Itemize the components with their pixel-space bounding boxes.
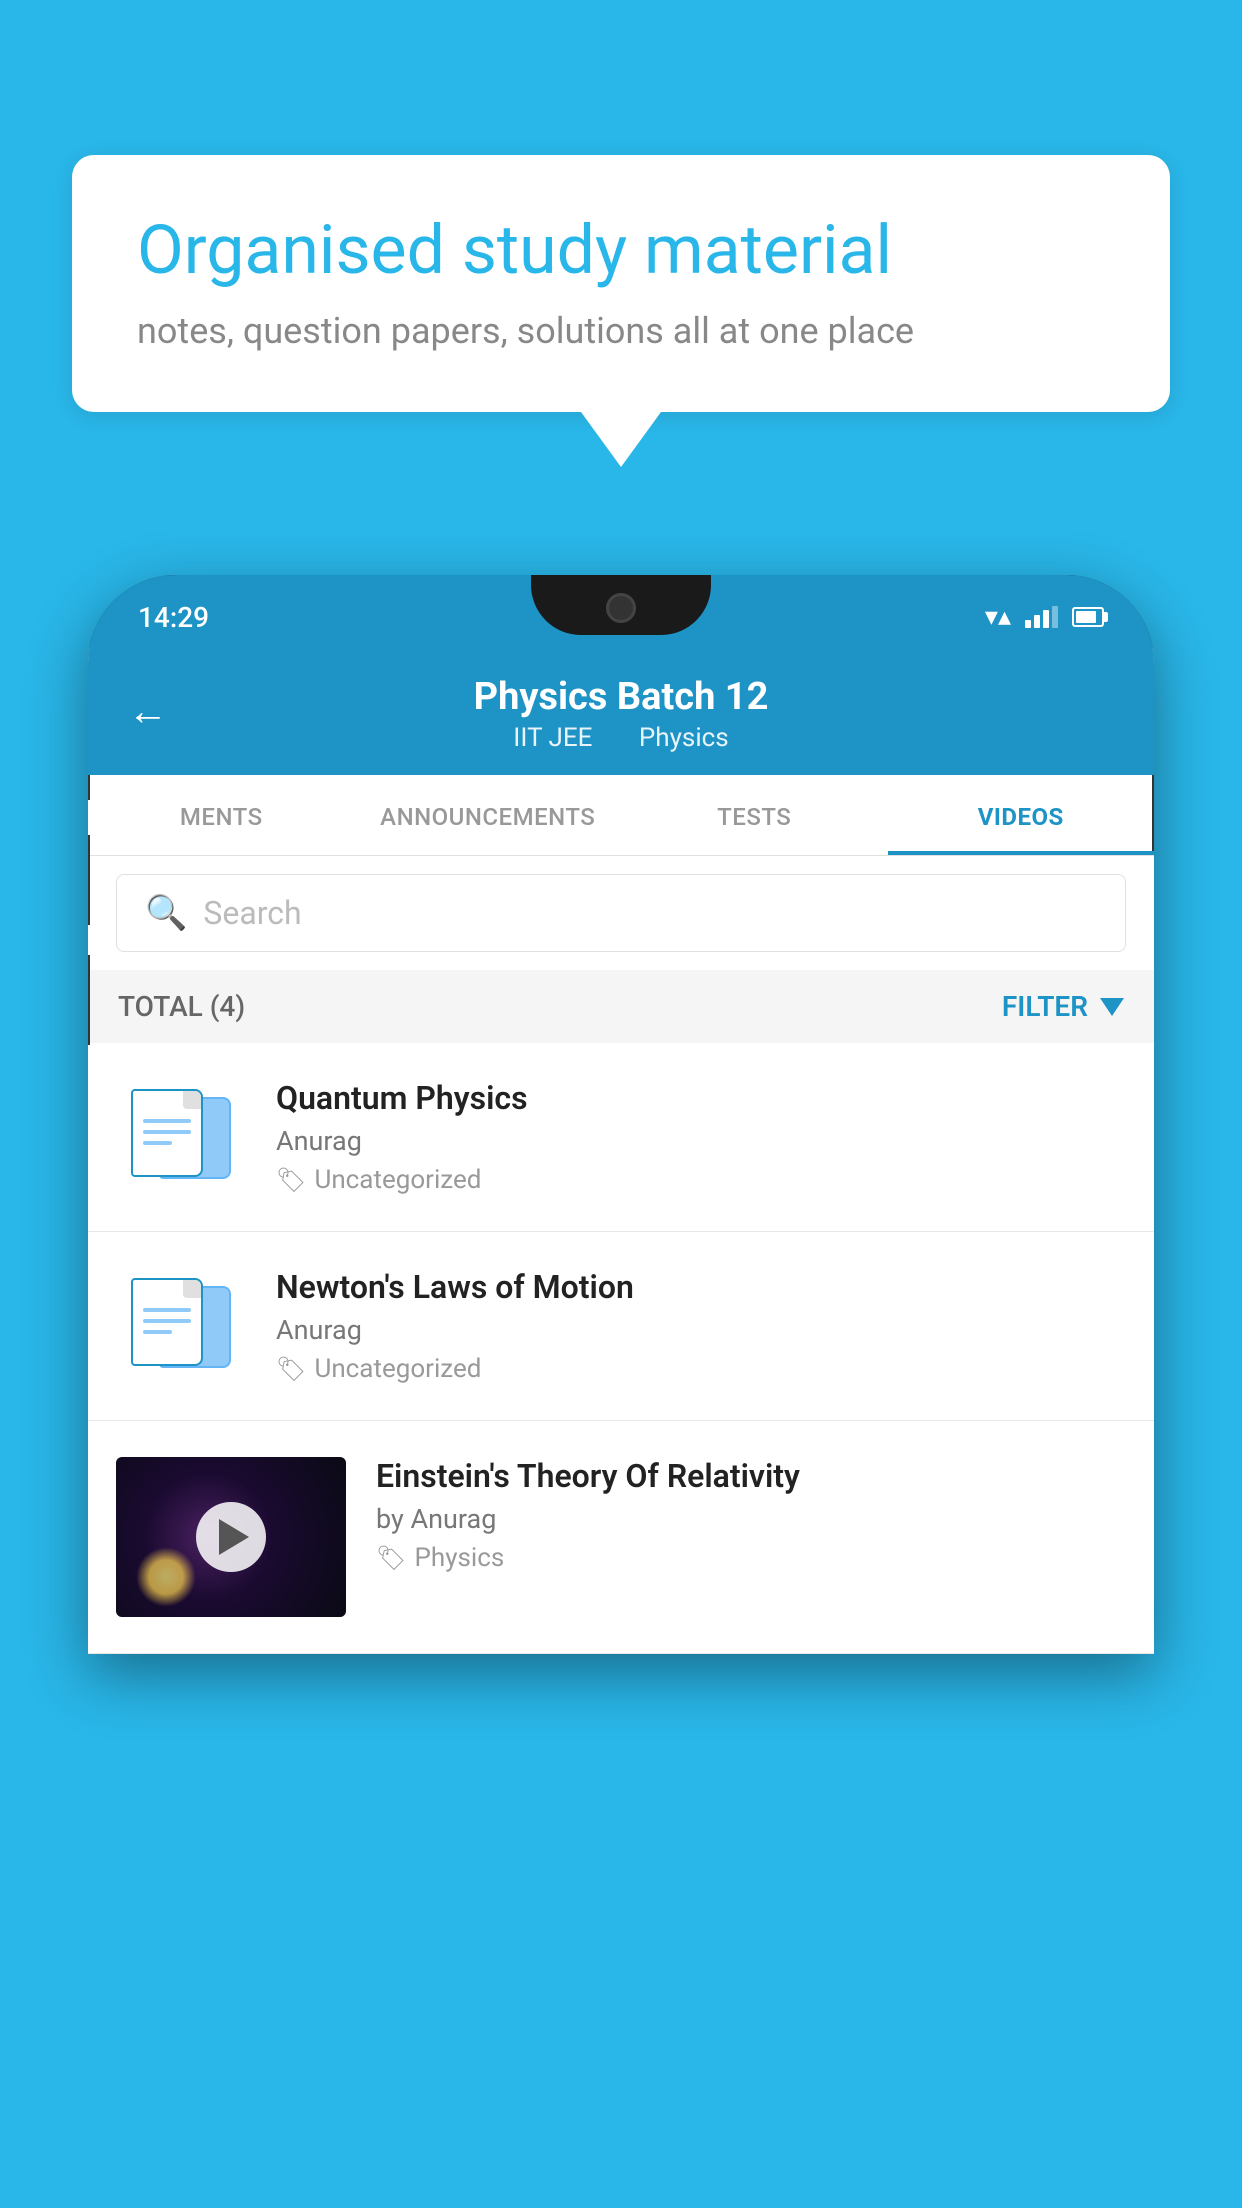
doc-front — [131, 1089, 203, 1177]
tag-label: Uncategorized — [314, 1165, 481, 1195]
back-button[interactable]: ← — [128, 688, 168, 735]
speech-bubble-title: Organised study material — [137, 210, 1105, 292]
speech-bubble-container: Organised study material notes, question… — [72, 155, 1170, 467]
video-item-info: Newton's Laws of Motion Anurag 🏷 Uncateg… — [276, 1268, 1126, 1384]
video-author: Anurag — [276, 1314, 1126, 1346]
video-item-info: Einstein's Theory Of Relativity by Anura… — [376, 1457, 1126, 1573]
header-center: Physics Batch 12 IIT JEE Physics — [474, 675, 769, 753]
wifi-icon: ▾▴ — [985, 602, 1011, 632]
tab-documents[interactable]: MENTS — [88, 775, 355, 855]
video-tag: 🏷 Uncategorized — [276, 1354, 1126, 1384]
doc-line — [143, 1130, 191, 1134]
phone-outer: 14:29 ▾▴ ← — [88, 575, 1154, 2208]
video-title: Einstein's Theory Of Relativity — [376, 1457, 1126, 1495]
video-list: Quantum Physics Anurag 🏷 Uncategorized — [88, 1043, 1154, 1654]
doc-line — [143, 1119, 191, 1123]
header-title: Physics Batch 12 — [474, 675, 769, 719]
search-icon: 🔍 — [145, 893, 187, 933]
filter-bar: TOTAL (4) FILTER — [88, 970, 1154, 1043]
phone-frame: 14:29 ▾▴ ← — [88, 575, 1154, 1654]
filter-label: FILTER — [1002, 990, 1088, 1023]
video-title: Newton's Laws of Motion — [276, 1268, 1126, 1306]
list-item[interactable]: Newton's Laws of Motion Anurag 🏷 Uncateg… — [88, 1232, 1154, 1421]
tag-icon: 🏷 — [276, 1166, 306, 1194]
filter-funnel-icon — [1100, 998, 1124, 1016]
doc-line — [143, 1319, 191, 1323]
search-placeholder: Search — [203, 894, 301, 932]
status-time: 14:29 — [138, 601, 209, 634]
doc-lines — [143, 1119, 191, 1152]
doc-line — [143, 1308, 191, 1312]
video-tag: 🏷 Physics — [376, 1543, 1126, 1573]
phone-camera — [606, 593, 636, 623]
filter-button[interactable]: FILTER — [1002, 990, 1124, 1023]
tag-icon: 🏷 — [376, 1544, 406, 1572]
search-bar[interactable]: 🔍 Search — [116, 874, 1126, 952]
battery-icon — [1072, 607, 1104, 627]
video-author: by Anurag — [376, 1503, 1126, 1535]
doc-lines — [143, 1308, 191, 1341]
video-author: Anurag — [276, 1125, 1126, 1157]
tab-announcements[interactable]: ANNOUNCEMENTS — [355, 775, 622, 855]
doc-line — [143, 1141, 172, 1145]
folder-icon — [131, 1278, 231, 1368]
tag-label: Physics — [414, 1543, 504, 1573]
signal-icon — [1025, 606, 1058, 628]
tag-icon: 🏷 — [276, 1355, 306, 1383]
app-screen: ← Physics Batch 12 IIT JEE Physics MENTS… — [88, 647, 1154, 1654]
list-item[interactable]: Einstein's Theory Of Relativity by Anura… — [88, 1421, 1154, 1654]
status-icons: ▾▴ — [985, 602, 1104, 632]
folder-icon — [131, 1089, 231, 1179]
speech-bubble-subtitle: notes, question papers, solutions all at… — [137, 310, 1105, 352]
play-triangle-icon — [219, 1519, 249, 1555]
tag-label: Uncategorized — [314, 1354, 481, 1384]
phone-notch — [531, 575, 711, 635]
tab-tests[interactable]: TESTS — [621, 775, 888, 855]
doc-front — [131, 1278, 203, 1366]
speech-bubble: Organised study material notes, question… — [72, 155, 1170, 412]
play-button[interactable] — [196, 1502, 266, 1572]
list-item[interactable]: Quantum Physics Anurag 🏷 Uncategorized — [88, 1043, 1154, 1232]
doc-line — [143, 1330, 172, 1334]
video-title: Quantum Physics — [276, 1079, 1126, 1117]
header-subtitle-part1: IIT JEE — [513, 723, 592, 753]
video-tag: 🏷 Uncategorized — [276, 1165, 1126, 1195]
header-subtitle-part2: Physics — [639, 723, 729, 753]
total-count: TOTAL (4) — [118, 990, 245, 1023]
video-thumbnail-1 — [116, 1079, 246, 1189]
app-header: ← Physics Batch 12 IIT JEE Physics — [88, 647, 1154, 775]
video-thumbnail-2 — [116, 1268, 246, 1378]
speech-bubble-arrow — [581, 412, 661, 467]
video-item-info: Quantum Physics Anurag 🏷 Uncategorized — [276, 1079, 1126, 1195]
search-container: 🔍 Search — [88, 856, 1154, 970]
header-subtitle: IIT JEE Physics — [474, 723, 769, 753]
video-thumbnail-3 — [116, 1457, 346, 1617]
volume-down-button — [88, 955, 90, 1045]
tab-bar: MENTS ANNOUNCEMENTS TESTS VIDEOS — [88, 775, 1154, 856]
tab-videos[interactable]: VIDEOS — [888, 775, 1155, 855]
